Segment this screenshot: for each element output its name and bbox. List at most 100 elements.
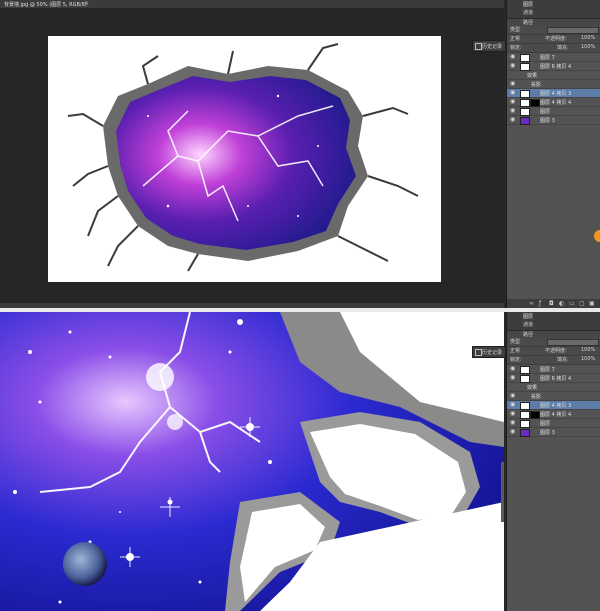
zoomed-canvas[interactable]	[0, 312, 504, 611]
fill-label: 填充:	[557, 45, 569, 51]
layers-panel: 图层 通道 路径 类型 正常 不透明度: 100% 锁定: 填充: 100% ◉…	[506, 312, 600, 611]
panel-header: 图层 通道	[507, 0, 600, 19]
layer-row-selected[interactable]: ◉ 图层 4 拷贝 3	[507, 89, 600, 98]
document-canvas[interactable]	[48, 36, 441, 282]
eye-icon[interactable]: ◉	[510, 54, 515, 60]
tab-layers[interactable]: 图层	[523, 1, 533, 8]
layer-name: 图层 4 拷贝 4	[540, 412, 572, 418]
fx-icon[interactable]: ƒ	[539, 300, 541, 307]
layer-row[interactable]: ◉ 图层 7	[507, 53, 600, 62]
fill-value[interactable]: 100%	[581, 44, 595, 50]
kind-filter[interactable]: 类型	[510, 338, 520, 345]
filter-icons[interactable]	[547, 339, 599, 346]
layer-name: 图层 3	[540, 430, 555, 436]
layer-row[interactable]: ◉ 图层	[507, 419, 600, 428]
layer-list: ◉ 图层 7 ◉ 图层 6 拷贝 4 效果 ◉ 投影 ◉ 图层 4 拷贝 3 ◉ 图层 4…	[507, 53, 600, 125]
history-icon	[475, 349, 482, 356]
filter-icons[interactable]	[547, 27, 599, 34]
layer-name: 图层 7	[540, 367, 555, 373]
eye-icon[interactable]: ◉	[510, 411, 515, 417]
panel-subheader: 路径	[507, 331, 600, 338]
layer-row-selected[interactable]: ◉ 图层 4 拷贝 3	[507, 401, 600, 410]
top-screenshot: 背景墙.jpg @ 50% (图层 5, RGB/8) × 历史记录 图层 通道…	[0, 0, 600, 308]
close-icon[interactable]: ×	[84, 0, 89, 7]
fill-label: 填充:	[557, 357, 569, 363]
layer-row[interactable]: ◉ 图层 3	[507, 428, 600, 437]
tab-channels[interactable]: 通道	[523, 9, 533, 16]
lock-label: 锁定:	[510, 357, 522, 363]
trash-icon[interactable]: ▣	[589, 300, 595, 307]
tab-paths[interactable]: 路径	[523, 19, 533, 26]
history-button[interactable]: 历史记录	[472, 346, 506, 358]
eye-icon[interactable]: ◉	[510, 429, 515, 435]
history-label: 历史记录	[482, 350, 503, 356]
panel-subheader: 路径	[507, 19, 600, 26]
effects-label: 效果	[527, 73, 538, 79]
eye-icon[interactable]: ◉	[510, 117, 515, 123]
layer-row[interactable]: ◉ 图层 6 拷贝 4	[507, 62, 600, 71]
new-layer-icon[interactable]: ▢	[579, 300, 585, 307]
layer-name: 图层 7	[540, 55, 555, 61]
kind-filter[interactable]: 类型	[510, 26, 520, 33]
layer-effect-row[interactable]: 效果	[507, 71, 600, 80]
eye-icon[interactable]: ◉	[510, 108, 515, 114]
layer-effect-row[interactable]: 效果	[507, 383, 600, 392]
tab-layers[interactable]: 图层	[523, 313, 533, 320]
lock-label: 锁定:	[510, 45, 522, 51]
history-button[interactable]: 历史记录	[472, 40, 506, 52]
eye-icon[interactable]: ◉	[510, 81, 515, 87]
blend-row: 正常 不透明度: 100%	[507, 35, 600, 44]
layer-thumbnail	[520, 99, 530, 107]
canvas-workspace[interactable]	[0, 8, 504, 308]
group-icon[interactable]: ▭	[569, 300, 575, 307]
orange-side-tab[interactable]	[594, 230, 600, 242]
layer-row[interactable]: ◉ 图层 6 拷贝 4	[507, 374, 600, 383]
eye-icon[interactable]: ◉	[510, 393, 515, 399]
layer-row[interactable]: ◉ 图层 4 拷贝 4	[507, 410, 600, 419]
blend-row: 正常 不透明度: 100%	[507, 347, 600, 356]
link-icon[interactable]: ∞	[529, 300, 534, 307]
layer-thumbnail	[520, 54, 530, 62]
drop-shadow-label: 投影	[531, 82, 542, 88]
layer-row[interactable]: ◉ 图层 7	[507, 365, 600, 374]
fill-value[interactable]: 100%	[581, 356, 595, 362]
bottom-screenshot: 历史记录 图层 通道 路径 类型 正常 不透明度: 100% 锁定: 填充: 1…	[0, 312, 600, 611]
blend-mode-select[interactable]: 正常	[510, 347, 520, 354]
opacity-value[interactable]: 100%	[581, 35, 595, 41]
eye-icon[interactable]: ◉	[510, 366, 515, 372]
layer-name: 图层 3	[540, 118, 555, 124]
planet-image	[63, 542, 107, 586]
eye-icon[interactable]: ◉	[510, 402, 515, 408]
history-label: 历史记录	[482, 44, 503, 50]
lock-row: 锁定: 填充: 100%	[507, 44, 600, 53]
opacity-value[interactable]: 100%	[581, 347, 595, 353]
layer-name: 图层 6 拷贝 4	[540, 64, 572, 70]
effects-label: 效果	[527, 385, 538, 391]
blend-mode-select[interactable]: 正常	[510, 35, 520, 42]
layer-effect-row[interactable]: ◉ 投影	[507, 392, 600, 401]
adjust-icon[interactable]: ◐	[559, 300, 564, 307]
layer-thumbnail	[520, 411, 530, 419]
eye-icon[interactable]: ◉	[510, 63, 515, 69]
layer-effect-row[interactable]: ◉ 投影	[507, 80, 600, 89]
layer-row[interactable]: ◉ 图层 3	[507, 116, 600, 125]
drop-shadow-label: 投影	[531, 394, 542, 400]
lock-row: 锁定: 填充: 100%	[507, 356, 600, 365]
tab-channels[interactable]: 通道	[523, 321, 533, 328]
eye-icon[interactable]: ◉	[510, 90, 515, 96]
layer-thumbnail	[520, 366, 530, 374]
layer-name: 图层 4 拷贝 3	[540, 403, 572, 409]
layer-name: 图层	[540, 421, 551, 427]
layer-row[interactable]: ◉ 图层	[507, 107, 600, 116]
eye-icon[interactable]: ◉	[510, 375, 515, 381]
layer-thumbnail	[520, 63, 530, 71]
tab-paths[interactable]: 路径	[523, 331, 533, 338]
eye-icon[interactable]: ◉	[510, 99, 515, 105]
eye-icon[interactable]: ◉	[510, 420, 515, 426]
vertical-scrollbar[interactable]	[501, 462, 504, 522]
layer-row[interactable]: ◉ 图层 4 拷贝 4	[507, 98, 600, 107]
panel-footer: ∞ ƒ ◘ ◐ ▭ ▢ ▣	[507, 299, 600, 308]
mask-icon[interactable]: ◘	[549, 300, 554, 307]
layer-thumbnail	[520, 117, 530, 125]
opacity-label: 不透明度:	[545, 36, 567, 42]
